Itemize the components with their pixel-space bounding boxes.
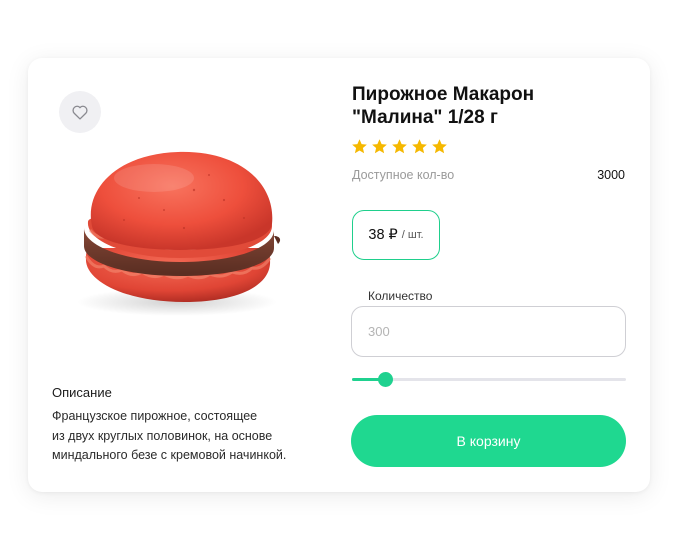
star-icon (392, 139, 407, 154)
description-line: Французское пирожное, состоящее (52, 409, 258, 423)
slider-track (352, 378, 626, 381)
favorite-button[interactable] (59, 91, 101, 133)
star-icon (432, 139, 447, 154)
quantity-label: Количество (368, 289, 433, 303)
description-text: Французское пирожное, состоящее из двух … (52, 407, 322, 466)
quantity-input[interactable] (351, 306, 626, 357)
description-line: из двух круглых половинок, на основе (52, 428, 273, 443)
product-card: Описание Французское пирожное, состоящее… (28, 58, 650, 492)
price-value: 38 ₽ (368, 227, 398, 243)
rating-stars (351, 138, 448, 155)
star-icon (372, 139, 387, 154)
product-image-area (44, 80, 326, 362)
product-title-line: Пирожное Макарон (352, 84, 535, 105)
quantity-slider[interactable] (352, 372, 626, 387)
slider-thumb[interactable] (377, 372, 393, 387)
stock-value: 3000 (597, 168, 625, 182)
stock-label: Доступное кол-во (352, 168, 455, 182)
star-icon (412, 139, 427, 154)
description-line: миндального безе с кремовой начинкой. (52, 448, 287, 462)
product-title-line: "Малина" 1/28 г (352, 107, 498, 128)
price-option[interactable]: 38 ₽ / шт. (352, 210, 440, 260)
add-to-cart-button[interactable]: В корзину (351, 415, 626, 467)
star-icon (352, 139, 367, 154)
product-title: Пирожное Макарон "Малина" 1/28 г (352, 83, 622, 129)
description-title: Описание (52, 385, 112, 400)
price-unit: / шт. (401, 229, 424, 241)
heart-outline-icon (72, 105, 88, 120)
